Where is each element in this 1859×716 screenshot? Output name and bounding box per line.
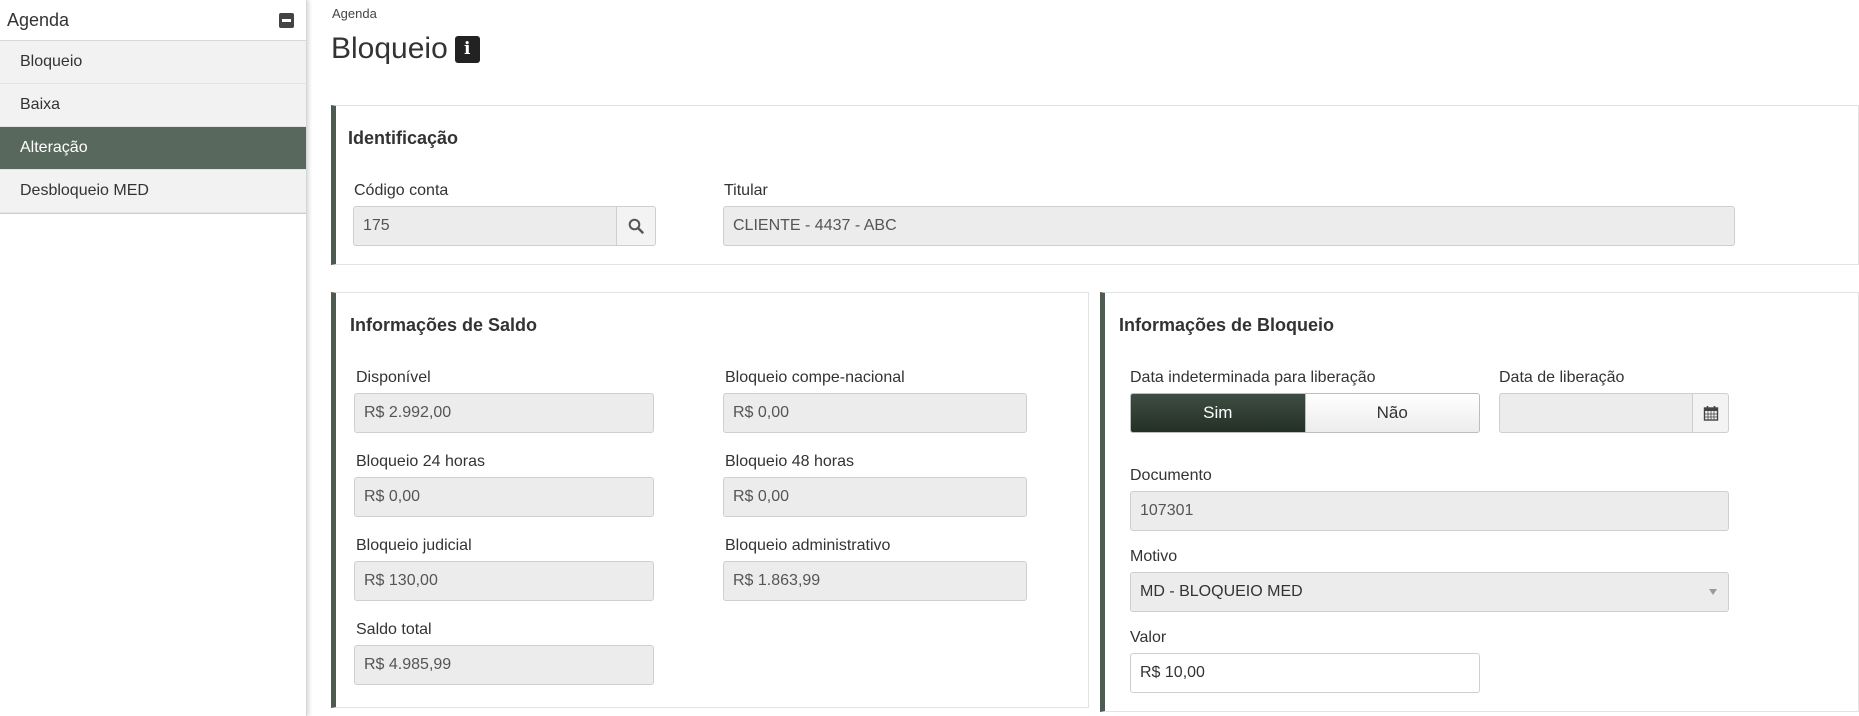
sidebar-item-bloqueio[interactable]: Bloqueio [0, 41, 306, 84]
bloqueio-48h-label: Bloqueio 48 horas [725, 453, 854, 470]
bloqueio-judicial-input[interactable]: R$ 130,00 [354, 561, 654, 601]
sidebar-title: Agenda [7, 9, 70, 30]
saldo-total-input[interactable]: R$ 4.985,99 [354, 645, 654, 685]
codigo-conta-input[interactable]: 175 [353, 206, 617, 246]
sidebar-item-label: Desbloqueio MED [20, 182, 149, 199]
data-indeterminada-toggle[interactable]: Sim Não [1130, 393, 1480, 433]
compe-nacional-label: Bloqueio compe-nacional [725, 369, 905, 386]
titular-label: Titular [724, 182, 768, 199]
sidebar: Agenda Bloqueio Baixa Alteração Desbloqu… [0, 0, 307, 716]
page-title-text: Bloqueio [331, 32, 448, 65]
page-title: Bloqueio i [331, 32, 480, 66]
toggle-sim-option[interactable]: Sim [1131, 394, 1305, 432]
search-button[interactable] [616, 206, 656, 246]
bloqueio-administrativo-label: Bloqueio administrativo [725, 537, 891, 554]
bloqueio-panel: Informações de Bloqueio Data indetermina… [1100, 292, 1859, 712]
disponivel-label: Disponível [356, 369, 431, 386]
valor-input[interactable]: R$ 10,00 [1130, 653, 1480, 693]
main-content: Agenda Bloqueio i Identificação Código c… [307, 0, 1859, 716]
dropdown-caret-icon [1709, 589, 1717, 595]
toggle-nao-option[interactable]: Não [1304, 394, 1479, 432]
motivo-label: Motivo [1130, 548, 1178, 565]
sidebar-item-desbloqueio-med[interactable]: Desbloqueio MED [0, 170, 306, 213]
bloqueio-title: Informações de Bloqueio [1119, 315, 1335, 335]
compe-nacional-input[interactable]: R$ 0,00 [723, 393, 1027, 433]
identificacao-title: Identificação [348, 128, 459, 148]
bloqueio-24h-input[interactable]: R$ 0,00 [354, 477, 654, 517]
data-indeterminada-label: Data indeterminada para liberação [1130, 369, 1376, 386]
collapse-icon[interactable] [279, 12, 294, 28]
disponivel-input[interactable]: R$ 2.992,00 [354, 393, 654, 433]
titular-input[interactable]: CLIENTE - 4437 - ABC [723, 206, 1735, 246]
data-liberacao-label: Data de liberação [1499, 369, 1625, 386]
calendar-icon [1703, 406, 1718, 421]
identificacao-panel: Identificação Código conta 175 Titular C… [331, 105, 1859, 265]
bloqueio-administrativo-input[interactable]: R$ 1.863,99 [723, 561, 1027, 601]
saldo-panel: Informações de Saldo Disponível R$ 2.992… [331, 292, 1089, 708]
search-icon [628, 218, 644, 234]
valor-label: Valor [1130, 629, 1167, 646]
sidebar-item-label: Baixa [20, 96, 61, 113]
info-icon[interactable]: i [454, 35, 480, 63]
data-liberacao-input[interactable] [1499, 393, 1693, 433]
documento-input[interactable]: 107301 [1130, 491, 1729, 531]
bloqueio-48h-input[interactable]: R$ 0,00 [723, 477, 1027, 517]
sidebar-item-baixa[interactable]: Baixa [0, 84, 306, 127]
calendar-button[interactable] [1692, 393, 1729, 433]
sidebar-header: Agenda [0, 0, 306, 41]
codigo-conta-label: Código conta [354, 182, 449, 199]
sidebar-item-label: Bloqueio [20, 53, 83, 70]
saldo-total-label: Saldo total [356, 621, 432, 638]
motivo-select[interactable]: MD - BLOQUEIO MED [1130, 572, 1729, 612]
documento-label: Documento [1130, 467, 1212, 484]
sidebar-item-label: Alteração [20, 139, 88, 156]
bloqueio-judicial-label: Bloqueio judicial [356, 537, 472, 554]
sidebar-item-alteracao[interactable]: Alteração [0, 127, 306, 170]
bloqueio-24h-label: Bloqueio 24 horas [356, 453, 485, 470]
sidebar-menu: Bloqueio Baixa Alteração Desbloqueio MED [0, 41, 306, 214]
breadcrumb[interactable]: Agenda [332, 6, 377, 21]
motivo-selected-value: MD - BLOQUEIO MED [1140, 583, 1303, 600]
saldo-title: Informações de Saldo [350, 315, 538, 335]
